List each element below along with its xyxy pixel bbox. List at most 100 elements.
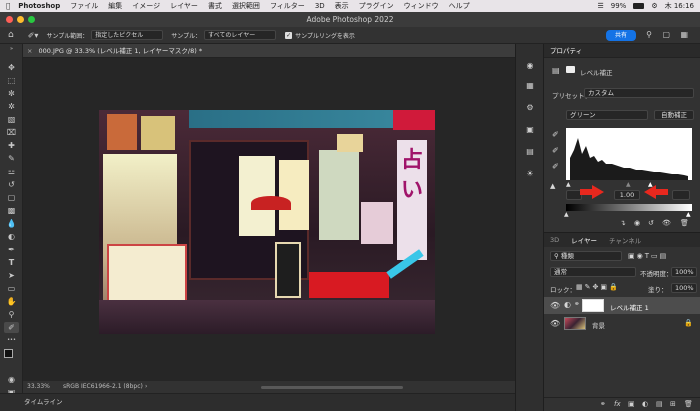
clock[interactable]: 木 16:16: [665, 1, 694, 11]
layer-mask-thumbnail[interactable]: [582, 299, 604, 312]
more-tools-icon[interactable]: •••: [4, 335, 19, 346]
new-group-icon[interactable]: ▤: [656, 400, 663, 408]
midtone-input-field[interactable]: 1.00: [614, 190, 640, 200]
home-icon[interactable]: ⌂: [8, 30, 14, 40]
white-point-eyedropper-icon[interactable]: ✐: [552, 162, 559, 171]
healing-brush-tool-icon[interactable]: ✚: [4, 140, 19, 151]
menu-help[interactable]: ヘルプ: [449, 1, 470, 11]
toggle-visibility-icon[interactable]: 👁: [662, 219, 671, 227]
history-brush-tool-icon[interactable]: ↺: [4, 179, 19, 190]
layer-name[interactable]: レベル補正 1: [610, 302, 649, 312]
hand-tool-icon[interactable]: ✋: [4, 296, 19, 307]
document-tab[interactable]: × 000.JPG @ 33.3% (レベル補正 1, レイヤーマスク/8) *: [23, 44, 515, 58]
layer-filter-select[interactable]: ⚲ 種類: [550, 251, 622, 261]
sample-layers-select[interactable]: すべてのレイヤー: [204, 30, 277, 40]
zoom-tool-icon[interactable]: ⚲: [4, 309, 19, 320]
tab-layers[interactable]: レイヤー: [565, 235, 603, 245]
white-input-field[interactable]: [672, 190, 690, 200]
sample-ring-checkbox[interactable]: ✓: [285, 31, 293, 39]
dodge-tool-icon[interactable]: ◐: [4, 231, 19, 242]
menu-select[interactable]: 選択範囲: [232, 1, 260, 11]
pen-tool-icon[interactable]: ✒: [4, 244, 19, 255]
zoom-window-button[interactable]: [28, 16, 35, 23]
properties-panel-title[interactable]: プロパティ: [544, 44, 700, 58]
timeline-panel-tab[interactable]: タイムライン: [0, 393, 515, 411]
background-layer-thumbnail[interactable]: [564, 317, 586, 330]
paragraph-panel-icon[interactable]: ▤: [524, 146, 536, 158]
gradient-tool-icon[interactable]: ▩: [4, 205, 19, 216]
black-output-slider[interactable]: ▲: [564, 211, 569, 218]
clone-stamp-tool-icon[interactable]: ⚍: [4, 166, 19, 177]
tab-channels[interactable]: チャンネル: [603, 235, 647, 245]
horizontal-scrollbar[interactable]: [261, 386, 403, 389]
app-menu[interactable]: Photoshop: [18, 2, 60, 10]
sample-size-select[interactable]: 指定したピクセル: [91, 30, 164, 40]
layer-filter-icons[interactable]: ▣◉T▭▤: [628, 252, 668, 260]
menu-edit[interactable]: 編集: [108, 1, 122, 11]
menu-window[interactable]: ウィンドウ: [404, 1, 439, 11]
menu-3d[interactable]: 3D: [315, 2, 325, 10]
path-selection-tool-icon[interactable]: ➤: [4, 270, 19, 281]
libraries-panel-icon[interactable]: ▣: [524, 124, 536, 136]
canvas-area[interactable]: 占い: [23, 58, 515, 381]
foreground-color-swatch[interactable]: [4, 349, 13, 358]
white-output-slider[interactable]: ▲: [686, 211, 691, 218]
black-input-slider[interactable]: ▲: [566, 181, 571, 188]
vertical-scrollbar[interactable]: [511, 60, 514, 378]
menu-image[interactable]: イメージ: [132, 1, 160, 11]
layer-visibility-eye-icon[interactable]: 👁: [550, 319, 560, 328]
control-center-icon[interactable]: ⚙: [651, 2, 657, 10]
minimize-window-button[interactable]: [17, 16, 24, 23]
workspace-icon[interactable]: ▢: [662, 30, 670, 39]
layer-name[interactable]: 背景: [592, 320, 605, 330]
quick-select-tool-icon[interactable]: ✲: [4, 101, 19, 112]
adjustments-panel-icon[interactable]: ⚙: [524, 102, 536, 114]
menu-layer[interactable]: レイヤー: [170, 1, 198, 11]
zoom-level[interactable]: 33.33%: [27, 381, 50, 393]
preset-select[interactable]: カスタム: [584, 88, 694, 98]
close-window-button[interactable]: [6, 16, 13, 23]
mask-link-icon[interactable]: ⚭: [574, 300, 580, 308]
eyedropper-tool-icon[interactable]: ✐: [4, 322, 19, 333]
layer-row-levels[interactable]: 👁 ◐ ⚭ レベル補正 1: [544, 297, 700, 314]
battery-icon[interactable]: [633, 3, 645, 9]
clip-to-layer-icon[interactable]: ↴: [620, 219, 626, 227]
blur-tool-icon[interactable]: 💧: [4, 218, 19, 229]
search-icon[interactable]: ⚲: [646, 30, 652, 39]
marquee-tool-icon[interactable]: ⬚: [4, 75, 19, 86]
delete-layer-icon[interactable]: 🗑: [684, 400, 693, 408]
move-tool-icon[interactable]: ✥: [4, 62, 19, 73]
quick-mask-icon[interactable]: ◉: [4, 374, 19, 385]
brush-settings-panel-icon[interactable]: ☀: [524, 168, 536, 180]
lasso-tool-icon[interactable]: ✼: [4, 88, 19, 99]
layer-visibility-eye-icon[interactable]: 👁: [550, 301, 560, 310]
channel-select[interactable]: グリーン: [566, 110, 648, 120]
view-previous-state-icon[interactable]: ◉: [634, 219, 640, 227]
opacity-field[interactable]: 100%: [671, 267, 697, 277]
menu-plugins[interactable]: プラグイン: [359, 1, 394, 11]
gray-point-eyedropper-icon[interactable]: ✐: [552, 146, 559, 155]
crop-tool-icon[interactable]: ▧: [4, 114, 19, 125]
menu-view[interactable]: 表示: [335, 1, 349, 11]
menu-file[interactable]: ファイル: [70, 1, 98, 11]
add-mask-icon[interactable]: ▣: [628, 400, 635, 408]
new-layer-icon[interactable]: ⊞: [670, 400, 676, 408]
color-panel-icon[interactable]: ◉: [524, 60, 536, 72]
menu-filter[interactable]: フィルター: [270, 1, 305, 11]
fill-field[interactable]: 100%: [671, 283, 697, 293]
layer-lock-icon[interactable]: 🔒: [684, 319, 693, 327]
share-button[interactable]: 共有: [606, 30, 636, 41]
layer-style-icon[interactable]: fx: [614, 400, 621, 408]
layer-row-background[interactable]: 👁 背景 🔒: [544, 315, 700, 332]
status-info-arrow-icon[interactable]: ›: [145, 381, 147, 393]
close-document-icon[interactable]: ×: [27, 47, 32, 55]
frame-tool-icon[interactable]: ⌧: [4, 127, 19, 138]
blend-mode-select[interactable]: 通常: [550, 267, 636, 277]
delete-adjustment-icon[interactable]: 🗑: [680, 219, 689, 227]
document-image[interactable]: 占い: [99, 110, 435, 334]
swatches-panel-icon[interactable]: ▦: [524, 80, 536, 92]
reset-icon[interactable]: ↺: [648, 219, 654, 227]
black-point-eyedropper-icon[interactable]: ✐: [552, 130, 559, 139]
wifi-icon[interactable]: ☰: [597, 2, 603, 10]
link-layers-icon[interactable]: ⚭: [600, 400, 606, 408]
